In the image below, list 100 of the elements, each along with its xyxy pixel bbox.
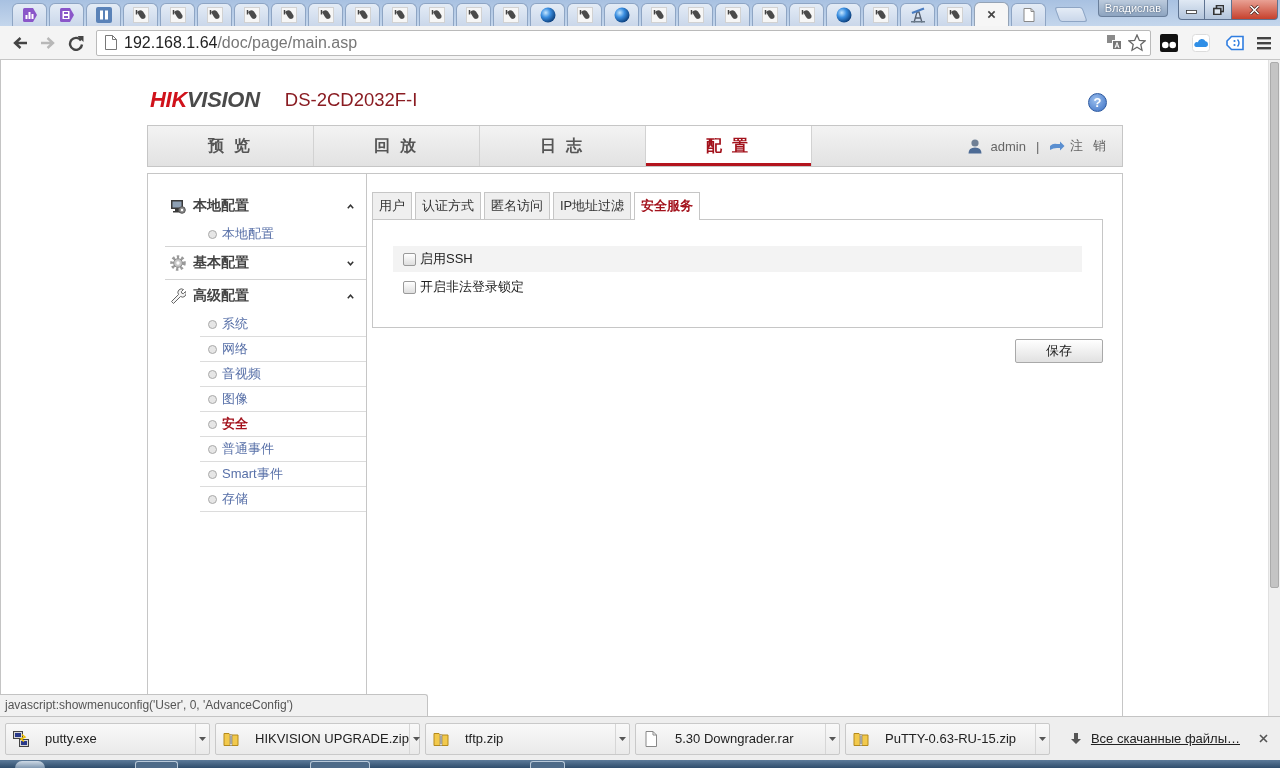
sidebar-item[interactable]: 音视频 [222, 365, 261, 383]
camera-icon [724, 7, 741, 23]
browser-tab[interactable] [419, 3, 454, 26]
browser-tab[interactable] [1011, 3, 1046, 26]
taskbar-button[interactable] [530, 761, 565, 768]
browser-tab[interactable] [641, 3, 676, 26]
browser-tab[interactable] [160, 3, 195, 26]
start-button[interactable] [15, 761, 45, 768]
camera-icon [317, 7, 334, 23]
camera-icon [761, 7, 778, 23]
settings-tab[interactable]: 匿名访问 [484, 192, 550, 219]
download-item[interactable]: putty.exe [5, 722, 210, 755]
gear-icon [170, 255, 186, 271]
browser-tab[interactable] [530, 3, 565, 26]
camera-icon [687, 7, 704, 23]
browser-tab[interactable] [456, 3, 491, 26]
taskbar-button[interactable] [135, 761, 178, 768]
sidebar-item[interactable]: 图像 [222, 390, 248, 408]
caret-up-icon[interactable] [347, 293, 354, 299]
archive-icon [433, 730, 449, 747]
dropdown-button[interactable] [195, 723, 209, 754]
close-icon[interactable] [987, 10, 996, 19]
all-downloads-link[interactable]: Все скачанные файлы… [1090, 731, 1240, 746]
browser-tab[interactable] [715, 3, 750, 26]
nav-tab[interactable]: 预 览 [148, 126, 314, 166]
translate-icon[interactable] [1107, 35, 1122, 50]
pause-icon [95, 7, 112, 23]
settings-tab[interactable]: 用户 [372, 192, 412, 219]
close-icon[interactable] [1259, 734, 1268, 743]
browser-tab[interactable] [271, 3, 306, 26]
glasses-icon[interactable] [1160, 33, 1178, 52]
browser-tab[interactable] [826, 3, 861, 26]
camera-icon [502, 7, 519, 23]
reload-icon[interactable] [68, 34, 84, 51]
caret-up-icon[interactable] [347, 203, 354, 209]
browser-tab[interactable] [974, 2, 1009, 26]
browser-tab[interactable] [789, 3, 824, 26]
sidebar-item[interactable]: 存储 [222, 490, 248, 508]
sidebar-item[interactable]: 系统 [222, 315, 248, 333]
browser-tab[interactable] [197, 3, 232, 26]
browser-tab[interactable] [49, 3, 84, 26]
nav-tab[interactable]: 回 放 [314, 126, 480, 166]
checkbox[interactable] [403, 280, 416, 294]
browser-tab[interactable] [863, 3, 898, 26]
browser-tab[interactable] [86, 3, 121, 26]
sidebar-item[interactable]: 网络 [222, 340, 248, 358]
scrollbar-thumb[interactable] [1270, 62, 1279, 588]
restore-button[interactable] [1205, 0, 1232, 20]
close-button[interactable] [1232, 0, 1278, 20]
browser-tab[interactable] [12, 3, 47, 26]
save-button[interactable]: 保存 [1015, 339, 1103, 363]
star-icon[interactable] [1128, 33, 1146, 52]
sidebar-item[interactable]: Smart事件 [222, 465, 283, 483]
menu-icon[interactable] [1257, 35, 1271, 50]
dropdown-button[interactable] [1035, 723, 1049, 754]
browser-tab[interactable] [234, 3, 269, 26]
caret-down-icon[interactable] [347, 260, 354, 266]
browser-tab[interactable] [604, 3, 639, 26]
browser-tab[interactable] [308, 3, 343, 26]
download-item[interactable]: PuTTY-0.63-RU-15.zip [845, 722, 1050, 755]
sidebar-item[interactable]: 本地配置 [222, 225, 274, 243]
nav-tab[interactable]: 配 置 [646, 126, 812, 166]
monitor-icon [170, 198, 186, 214]
browser-tab[interactable] [382, 3, 417, 26]
sidebar-group-title[interactable]: 高级配置 [193, 287, 249, 305]
browser-tab[interactable] [123, 3, 158, 26]
minimize-button[interactable] [1178, 0, 1205, 20]
logout-link[interactable]: 注 销 [1070, 137, 1109, 155]
back-icon[interactable] [12, 34, 28, 51]
sidebar-item[interactable]: 普通事件 [222, 440, 274, 458]
caret-icon [412, 736, 420, 741]
dropdown-button[interactable] [825, 723, 839, 754]
camera-icon [354, 7, 371, 23]
tag-icon[interactable] [1226, 33, 1244, 52]
sidebar-item[interactable]: 安全 [222, 415, 248, 433]
checkbox[interactable] [403, 252, 416, 266]
browser-tab[interactable] [567, 3, 602, 26]
scrollbar[interactable] [1268, 60, 1280, 716]
browser-tab[interactable] [345, 3, 380, 26]
settings-tab[interactable]: 认证方式 [415, 192, 481, 219]
settings-tab[interactable]: IP地址过滤 [553, 192, 632, 219]
settings-tab[interactable]: 安全服务 [634, 192, 701, 220]
download-item[interactable]: 5.30 Downgrader.rar [635, 722, 840, 755]
sidebar-group-title[interactable]: 本地配置 [193, 197, 249, 215]
chart-icon [21, 7, 38, 23]
browser-tab[interactable] [678, 3, 713, 26]
download-item[interactable]: tftp.zip [425, 722, 630, 755]
dropdown-button[interactable] [615, 723, 629, 754]
taskbar-button[interactable] [310, 761, 370, 768]
url-text: 192.168.1.64/doc/page/main.asp [124, 33, 358, 52]
address-field[interactable]: 192.168.1.64/doc/page/main.asp [96, 29, 1151, 56]
cloud-icon[interactable] [1192, 33, 1210, 52]
sidebar-group-title[interactable]: 基本配置 [193, 254, 249, 272]
browser-tab[interactable] [900, 3, 935, 26]
browser-tab[interactable] [752, 3, 787, 26]
browser-tab[interactable] [937, 3, 972, 26]
browser-tab[interactable] [493, 3, 528, 26]
download-item[interactable]: HIKVISION UPGRADE.zip [215, 722, 420, 755]
dropdown-button[interactable] [408, 723, 423, 754]
checkbox-label: 启用SSH [420, 250, 473, 268]
